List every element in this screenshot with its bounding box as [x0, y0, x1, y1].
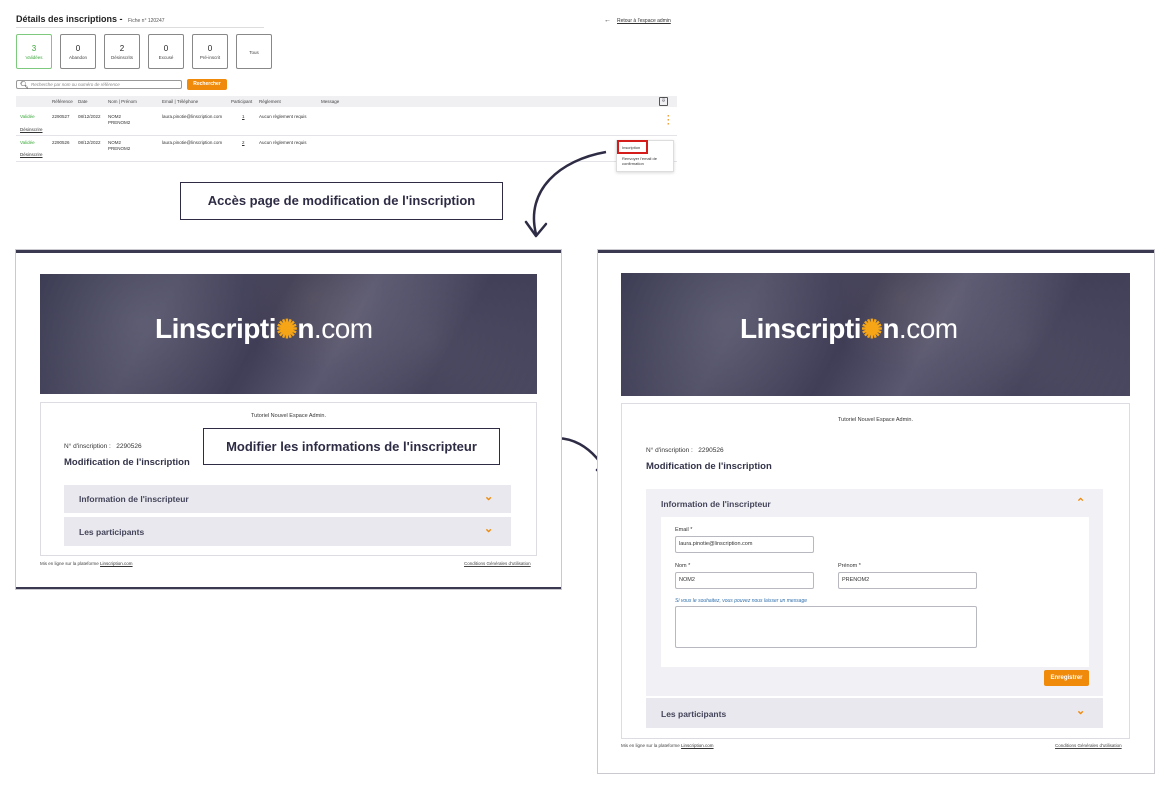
chevron-down-icon[interactable]: ⌄: [1076, 704, 1085, 717]
frame-edge: [598, 250, 1154, 253]
prenom-label: Prénom *: [838, 563, 861, 569]
chevron-up-icon[interactable]: ⌃: [1076, 496, 1085, 509]
cgu-link[interactable]: Conditions Générales d'utilisation: [1055, 743, 1122, 748]
modification-heading: Modification de l'inscription: [64, 457, 190, 468]
frame-edge: [16, 250, 561, 253]
curved-arrow-1: [532, 150, 607, 235]
event-name: Tutoriel Nouvel Espace Admin.: [838, 417, 913, 423]
email-label: Email *: [675, 527, 693, 533]
message-hint: Si vous le souhaitez, vous pouvez nous l…: [675, 598, 808, 604]
nom-label: Nom *: [675, 563, 691, 569]
cgu-link[interactable]: Conditions Générales d'utilisation: [464, 561, 531, 566]
platform-link[interactable]: Linscription.com: [681, 743, 714, 748]
inscription-number: N° d'inscription : 2290526: [646, 447, 724, 454]
email-field[interactable]: laura.pinotie@linscription.com: [675, 536, 814, 553]
sun-cursor-icon: ✺: [861, 314, 883, 344]
message-textarea[interactable]: [675, 606, 977, 648]
accordion-participants-label: Les participants: [79, 527, 145, 537]
accordion-inscripteur-label: Information de l'inscripteur: [79, 494, 189, 504]
site-logo: Linscripti✺n.com: [155, 313, 373, 344]
nom-field[interactable]: NOM2: [675, 572, 814, 589]
callout-edit-page: Accès page de modification de l'inscript…: [180, 182, 503, 220]
chevron-down-icon[interactable]: ⌄: [484, 522, 493, 535]
platform-link[interactable]: Linscription.com: [100, 561, 133, 566]
footer-platform: Mis en ligne sur la plateforme Linscript…: [621, 743, 714, 748]
modification-heading: Modification de l'inscription: [646, 461, 772, 472]
callout-edit-info: Modifier les informations de l'inscripte…: [203, 428, 500, 465]
save-button[interactable]: Enregistrer: [1044, 670, 1089, 686]
site-logo: Linscripti✺n.com: [740, 313, 958, 344]
prenom-field[interactable]: PRENOM2: [838, 572, 977, 589]
accordion-inscripteur-label[interactable]: Information de l'inscripteur: [661, 499, 771, 509]
footer-platform: Mis en ligne sur la plateforme Linscript…: [40, 561, 133, 566]
sun-cursor-icon: ✺: [276, 314, 298, 344]
inscription-number: N° d'inscription : 2290526: [64, 443, 142, 450]
chevron-down-icon[interactable]: ⌄: [484, 490, 493, 503]
accordion-participants-label: Les participants: [661, 709, 727, 719]
event-name: Tutoriel Nouvel Espace Admin.: [251, 413, 326, 419]
